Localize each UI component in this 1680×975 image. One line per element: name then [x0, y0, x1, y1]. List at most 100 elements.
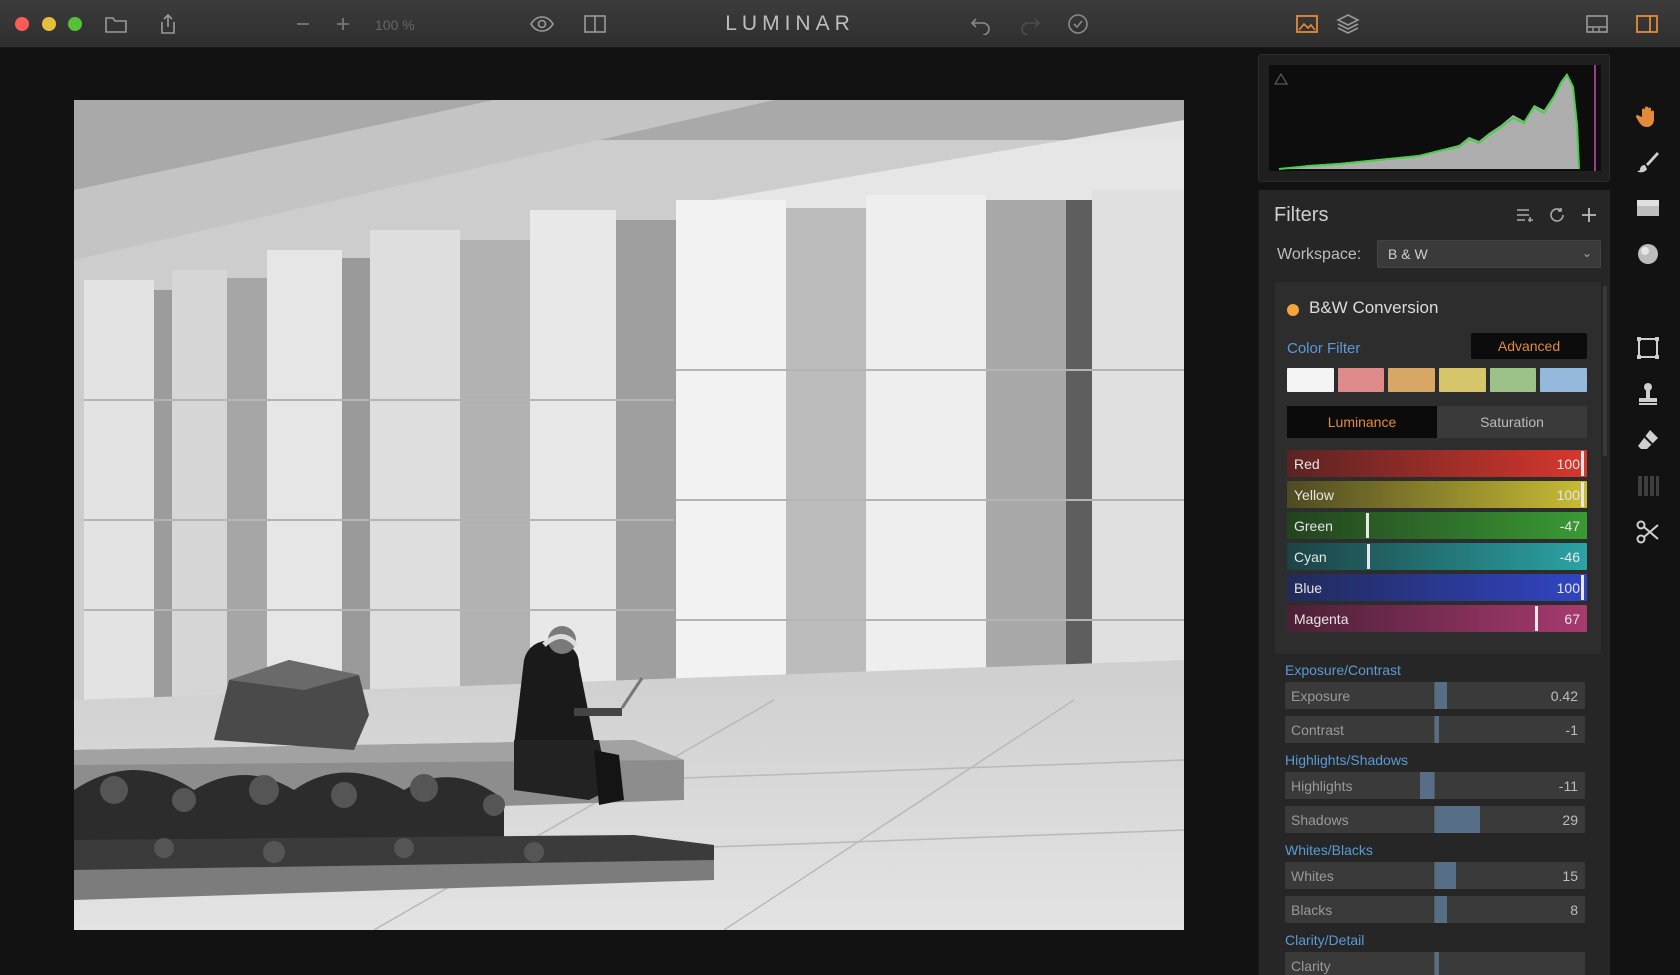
slider-value[interactable]: -46	[1560, 549, 1580, 565]
brush-icon[interactable]	[1634, 148, 1662, 176]
section-title[interactable]: Clarity/Detail	[1285, 932, 1364, 948]
eraser-icon[interactable]	[1634, 426, 1662, 454]
color-swatch[interactable]	[1489, 368, 1537, 392]
undo-icon[interactable]	[968, 12, 994, 36]
slider-value[interactable]: 100	[1557, 456, 1580, 472]
bw-conversion-title[interactable]: B&W Conversion	[1309, 298, 1438, 318]
reset-filters-icon[interactable]	[1546, 204, 1568, 226]
slider-contrast[interactable]: Contrast -1	[1285, 716, 1585, 743]
slider-label: Cyan	[1294, 549, 1327, 565]
title-toolbar: 100 % LUMINAR	[0, 0, 1680, 48]
share-icon[interactable]	[155, 12, 181, 36]
slider-label: Clarity	[1291, 958, 1331, 974]
slider-label: Blue	[1294, 580, 1323, 596]
slider-highlights[interactable]: Highlights -11	[1285, 772, 1585, 799]
slider-center-mark	[1434, 772, 1435, 799]
slider-center-mark	[1434, 952, 1435, 975]
slider-center-mark	[1434, 682, 1435, 709]
channel-slider-green[interactable]: Green -47	[1287, 512, 1587, 539]
slider-value[interactable]: 100	[1557, 580, 1580, 596]
channel-slider-cyan[interactable]: Cyan -46	[1287, 543, 1587, 570]
color-swatch[interactable]	[1388, 368, 1436, 392]
slider-value[interactable]: 0.42	[1551, 688, 1578, 704]
slider-value[interactable]: -1	[1566, 722, 1578, 738]
close-window-button[interactable]	[15, 17, 29, 31]
slider-value[interactable]: 29	[1562, 812, 1578, 828]
history-icon[interactable]	[1065, 12, 1091, 36]
color-swatch[interactable]	[1287, 368, 1334, 392]
slider-clarity[interactable]: Clarity	[1285, 952, 1585, 975]
slider-label: Green	[1294, 518, 1333, 534]
filter-presets-icon[interactable]	[1514, 204, 1536, 226]
slider-value[interactable]: 67	[1564, 611, 1580, 627]
slider-thumb[interactable]	[1367, 544, 1370, 569]
channel-slider-blue[interactable]: Blue 100	[1287, 574, 1587, 601]
slider-fill	[1435, 716, 1439, 743]
zoom-level[interactable]: 100 %	[375, 17, 415, 33]
filters-scrollbar[interactable]	[1603, 286, 1607, 456]
slider-center-mark	[1434, 896, 1435, 923]
channel-slider-red[interactable]: Red 100	[1287, 450, 1587, 477]
slider-thumb[interactable]	[1366, 513, 1369, 538]
add-filter-icon[interactable]	[1578, 204, 1600, 226]
transform-icon[interactable]	[1634, 518, 1662, 546]
photo-preview[interactable]	[74, 100, 1184, 930]
zoom-out-icon[interactable]	[290, 12, 316, 36]
zoom-in-icon[interactable]	[330, 12, 356, 36]
section-title[interactable]: Highlights/Shadows	[1285, 752, 1408, 768]
radial-mask-icon[interactable]	[1634, 240, 1662, 268]
slider-fill	[1435, 896, 1447, 923]
clone-stamp-icon[interactable]	[1634, 380, 1662, 408]
slider-value[interactable]: -11	[1559, 778, 1578, 794]
texture-icon[interactable]	[1634, 472, 1662, 500]
slider-value[interactable]: 15	[1562, 868, 1578, 884]
slider-whites[interactable]: Whites 15	[1285, 862, 1585, 889]
compare-icon[interactable]	[582, 12, 608, 36]
maximize-window-button[interactable]	[68, 17, 82, 31]
tab-saturation[interactable]: Saturation	[1437, 406, 1587, 438]
eye-icon[interactable]	[529, 12, 555, 36]
slider-blacks[interactable]: Blacks 8	[1285, 896, 1585, 923]
workspace-value: B & W	[1388, 246, 1428, 262]
slider-shadows[interactable]: Shadows 29	[1285, 806, 1585, 833]
crop-icon[interactable]	[1634, 334, 1662, 362]
channel-slider-yellow[interactable]: Yellow 100	[1287, 481, 1587, 508]
slider-value[interactable]: 100	[1557, 487, 1580, 503]
slider-label: Magenta	[1294, 611, 1349, 627]
sidebar-icon[interactable]	[1634, 12, 1660, 36]
slider-thumb[interactable]	[1581, 451, 1584, 476]
slider-label: Whites	[1291, 868, 1334, 884]
image-icon[interactable]	[1294, 12, 1320, 36]
gradient-icon[interactable]	[1634, 194, 1662, 222]
workspace-select[interactable]: B & W ⌄	[1377, 240, 1601, 268]
color-filter-swatches	[1287, 368, 1588, 392]
folder-icon[interactable]	[103, 12, 129, 36]
slider-label: Red	[1294, 456, 1320, 472]
layers-icon[interactable]	[1335, 12, 1361, 36]
color-swatch[interactable]	[1540, 368, 1588, 392]
bw-conversion-filter: B&W Conversion Color Filter Advanced Lum…	[1275, 282, 1601, 654]
image-canvas[interactable]	[0, 48, 1250, 975]
section-title[interactable]: Exposure/Contrast	[1285, 662, 1401, 678]
luminance-saturation-tabs: Luminance Saturation	[1287, 406, 1587, 438]
section-title[interactable]: Whites/Blacks	[1285, 842, 1373, 858]
filters-panel: Filters Workspace: B & W ⌄ B&W Conversio…	[1258, 190, 1610, 975]
tab-luminance[interactable]: Luminance	[1287, 406, 1437, 438]
slider-exposure[interactable]: Exposure 0.42	[1285, 682, 1585, 709]
slider-value[interactable]: 8	[1570, 902, 1578, 918]
hand-icon[interactable]	[1634, 102, 1662, 130]
slider-thumb[interactable]	[1581, 575, 1584, 600]
minimize-window-button[interactable]	[42, 17, 56, 31]
advanced-button[interactable]: Advanced	[1471, 333, 1587, 359]
slider-value[interactable]: -47	[1560, 518, 1580, 534]
filter-active-indicator[interactable]	[1287, 304, 1299, 316]
color-swatch[interactable]	[1337, 368, 1385, 392]
slider-fill	[1435, 806, 1480, 833]
warning-icon[interactable]	[1273, 72, 1289, 85]
slider-thumb[interactable]	[1581, 482, 1584, 507]
channel-slider-magenta[interactable]: Magenta 67	[1287, 605, 1587, 632]
slider-thumb[interactable]	[1535, 606, 1538, 631]
color-swatch[interactable]	[1439, 368, 1486, 392]
filmstrip-icon[interactable]	[1584, 12, 1610, 36]
redo-icon[interactable]	[1017, 12, 1043, 36]
